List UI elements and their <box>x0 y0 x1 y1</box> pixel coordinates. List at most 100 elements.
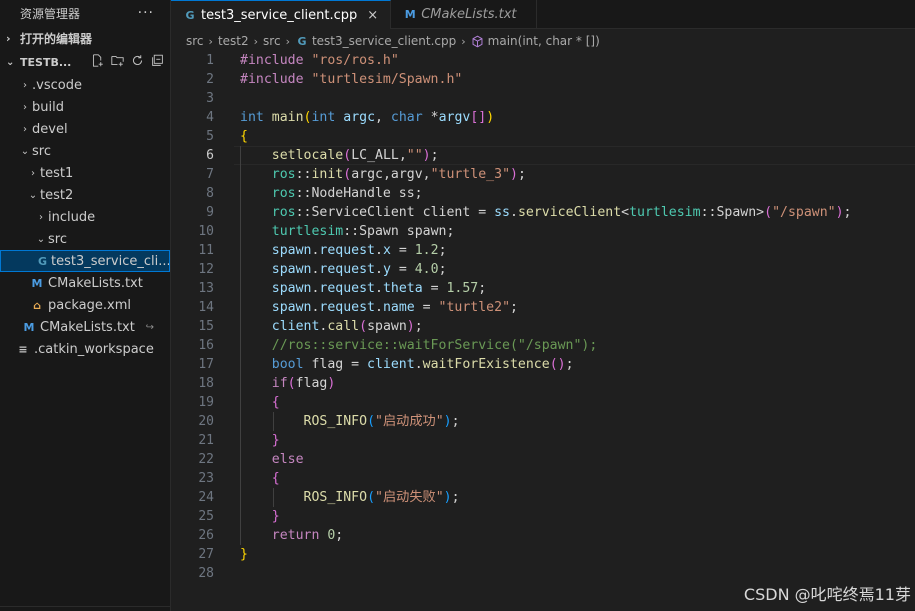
tree-item-cmakelists-test2[interactable]: M CMakeLists.txt <box>0 272 170 294</box>
code-line[interactable]: 21 } <box>171 431 915 450</box>
chevron-right-icon: › <box>285 34 290 48</box>
code-token: ) <box>835 205 844 220</box>
tree-item-catkin-workspace[interactable]: ≡ .catkin_workspace <box>0 338 170 360</box>
code-line[interactable]: 22 else <box>171 450 915 469</box>
text-file-icon: ≡ <box>18 342 28 356</box>
code-token: ; <box>414 319 423 334</box>
code-line[interactable]: 5{ <box>171 127 915 146</box>
code-token: ) <box>406 319 415 334</box>
code-token: //ros::service::waitForService("/spawn")… <box>271 338 598 353</box>
line-number: 6 <box>206 148 214 163</box>
code-token: ; <box>565 357 574 372</box>
code-token: ; <box>451 414 460 429</box>
code-token: turtlesim <box>271 224 344 239</box>
open-editors-label: 打开的编辑器 <box>20 31 93 46</box>
code-token: ::NodeHandle ss; <box>295 186 423 201</box>
code-text: client.call(spawn); <box>240 317 423 336</box>
more-actions-icon[interactable]: ··· <box>138 5 154 21</box>
code-token: = <box>390 243 415 258</box>
code-token: () <box>549 357 566 372</box>
code-token: 1.2 <box>414 243 439 258</box>
code-text: turtlesim::Spawn spawn; <box>240 222 455 241</box>
breadcrumb-item[interactable]: test3_service_client.cpp <box>312 34 456 48</box>
line-number: 15 <box>198 319 214 334</box>
tree-item-devel[interactable]: › devel <box>0 118 170 140</box>
tree-item-cmakelists-root[interactable]: M CMakeLists.txt ↪ <box>0 316 170 338</box>
code-token: "启动失败" <box>375 490 444 505</box>
open-editors-section[interactable]: › 打开的编辑器 <box>0 26 170 50</box>
code-line[interactable]: 20 ROS_INFO("启动成功"); <box>171 412 915 431</box>
code-token: #include <box>240 72 312 87</box>
tab-cmakelists[interactable]: M CMakeLists.txt <box>391 0 538 28</box>
tree-item-include[interactable]: › include <box>0 206 170 228</box>
line-number: 27 <box>198 547 214 562</box>
tree-item-test2-src[interactable]: ⌄ src <box>0 228 170 250</box>
code-line[interactable]: 16 //ros::service::waitForService("/spaw… <box>171 336 915 355</box>
code-line[interactable]: 1 #include "ros/ros.h" <box>171 51 915 70</box>
code-line[interactable]: 11 spawn.request.x = 1.2; <box>171 241 915 260</box>
tab-label: CMakeLists.txt <box>421 6 517 22</box>
code-editor[interactable]: 1 #include "ros/ros.h" 2 #include "turtlesi… <box>171 51 915 611</box>
chevron-right-icon: › <box>253 34 259 48</box>
close-icon[interactable]: × <box>367 8 378 23</box>
line-number: 26 <box>198 528 214 543</box>
code-line[interactable]: 3 <box>171 89 915 108</box>
code-line[interactable]: 7 ros::init(argc,argv,"turtle_3"); <box>171 165 915 184</box>
code-text: spawn.request.name = "turtle2"; <box>240 298 518 317</box>
code-line[interactable]: 2 #include "turtlesim/Spawn.h" <box>171 70 915 89</box>
tree-item-test1[interactable]: › test1 <box>0 162 170 184</box>
cmake-file-icon: M <box>404 7 416 21</box>
code-line[interactable]: 14 spawn.request.name = "turtle2"; <box>171 298 915 317</box>
code-line[interactable]: 23 { <box>171 469 915 488</box>
code-text: #include "ros/ros.h" <box>240 51 399 70</box>
breadcrumb-item[interactable]: src <box>263 34 281 48</box>
code-line[interactable]: 4 int main(int argc, char *argv[]) <box>171 108 915 127</box>
code-line[interactable]: 25 } <box>171 507 915 526</box>
code-line[interactable]: 18 if(flag) <box>171 374 915 393</box>
tree-item-build[interactable]: › build <box>0 96 170 118</box>
tree-item-label: include <box>48 209 96 225</box>
code-line[interactable]: 27} <box>171 545 915 564</box>
tab-test3-service-client[interactable]: G test3_service_client.cpp × <box>171 0 392 29</box>
code-token: ( <box>367 490 376 505</box>
code-line[interactable]: 8 ros::NodeHandle ss; <box>171 184 915 203</box>
code-line[interactable]: 13 spawn.request.theta = 1.57; <box>171 279 915 298</box>
code-text: { <box>240 127 248 146</box>
project-root[interactable]: ⌄ TESTB... <box>0 50 170 74</box>
new-folder-icon[interactable] <box>111 54 124 67</box>
code-token: int <box>240 110 272 125</box>
code-line[interactable]: 15 client.call(spawn); <box>171 317 915 336</box>
line-number: 19 <box>198 395 214 410</box>
collapse-all-icon[interactable] <box>151 54 164 67</box>
refresh-icon[interactable] <box>131 54 144 67</box>
tree-item-test2[interactable]: ⌄ test2 <box>0 184 170 206</box>
tree-item-package-xml[interactable]: ⌂ package.xml <box>0 294 170 316</box>
tree-item-test3-service-client[interactable]: Gtest3_service_cli... <box>0 250 171 272</box>
code-line[interactable]: 24 ROS_INFO("启动失败"); <box>171 488 915 507</box>
code-line[interactable]: 9 ros::ServiceClient client = ss.service… <box>171 203 915 222</box>
breadcrumb-item[interactable]: test2 <box>218 34 249 48</box>
code-line[interactable]: 10 turtlesim::Spawn spawn; <box>171 222 915 241</box>
code-token: spawn <box>271 300 312 315</box>
line-number: 5 <box>206 129 214 144</box>
tree-item-vscode[interactable]: › .vscode <box>0 74 170 96</box>
breadcrumb-item[interactable]: main(int, char * []) <box>488 34 600 48</box>
code-token: } <box>240 547 248 562</box>
tree-item-label: package.xml <box>48 297 131 313</box>
code-line[interactable]: 6 setlocale(LC_ALL,""); <box>171 146 915 165</box>
code-line[interactable]: 12 spawn.request.y = 4.0; <box>171 260 915 279</box>
breadcrumb-item[interactable]: src <box>186 34 204 48</box>
code-text: } <box>240 507 280 526</box>
code-line[interactable]: 17 bool flag = client.waitForExistence()… <box>171 355 915 374</box>
code-token: "ros/ros.h" <box>311 53 399 68</box>
new-file-icon[interactable] <box>91 54 104 67</box>
cpp-file-icon: G <box>38 254 48 268</box>
tree-item-src[interactable]: ⌄ src <box>0 140 170 162</box>
code-line[interactable]: 19 { <box>171 393 915 412</box>
tree-item-label: src <box>32 143 51 159</box>
code-line[interactable]: 26 return 0; <box>171 526 915 545</box>
